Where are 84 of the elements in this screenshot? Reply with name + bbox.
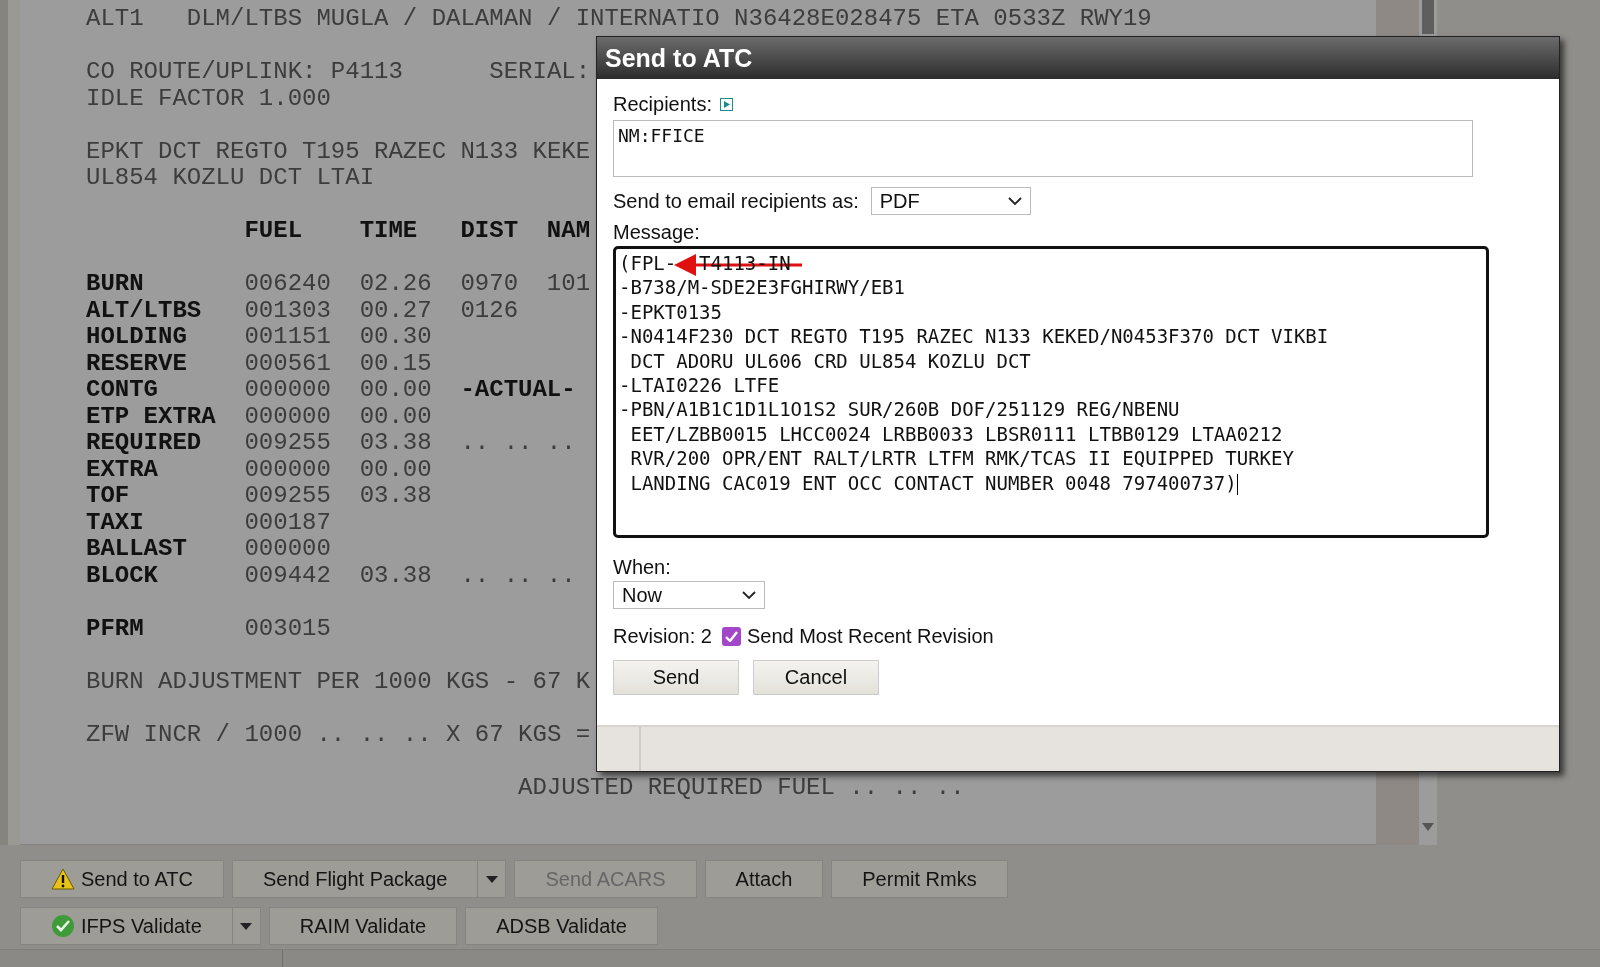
table-cell-text: 000561 — [244, 350, 332, 377]
row-label: BALLAST — [86, 536, 188, 563]
caret-icon — [486, 875, 498, 883]
scrollbar-thumb[interactable] — [1422, 0, 1434, 34]
document-text: IDLE FACTOR 1.000 — [86, 85, 331, 112]
table-cell-text: 009255 — [244, 483, 332, 510]
document-text: EPKT DCT REGTO T195 RAZEC N133 KEKE — [86, 138, 591, 165]
field-label: Send to email recipients as: — [613, 189, 859, 213]
row-label: RESERVE — [86, 350, 188, 377]
table-cell-text: 000000 — [244, 377, 332, 404]
table-cell-text: 001303 — [244, 297, 332, 324]
table-cell: -ACTUAL- — [460, 377, 576, 404]
row-label: TOF — [86, 483, 131, 510]
table-cell-text: 0126 — [460, 297, 520, 324]
toolbar-button[interactable]: RAIM Validate — [269, 908, 457, 944]
checkbox[interactable] — [721, 627, 741, 646]
table-cell-text: 000000 — [244, 456, 332, 483]
table-cell-text: 02.26 — [359, 271, 433, 298]
table-cell-text: 03.38 — [359, 483, 433, 510]
row-label: ALT/LTBS — [86, 297, 203, 324]
table-cell-text: 000000 — [244, 536, 332, 563]
table-cell-text: 00.30 — [359, 324, 433, 351]
table-cell-text: 001151 — [244, 324, 332, 351]
toolbar-button[interactable]: Send Flight Package — [232, 861, 478, 897]
recipients-field[interactable]: NM:FFICE — [613, 120, 1473, 177]
caret-icon — [240, 922, 253, 930]
format-dropdown[interactable]: PDF — [870, 187, 1031, 215]
table-cell-text: 006240 — [244, 271, 332, 298]
table-cell-text: 009255 — [244, 430, 332, 457]
table-cell: .. .. .. — [460, 562, 576, 589]
row-label: ETP EXTRA — [86, 403, 217, 430]
toolbar-button[interactable]: ADSB Validate — [466, 908, 657, 944]
table-cell-text: 00.27 — [359, 297, 433, 324]
table-cell: 101 — [546, 271, 591, 298]
toolbar-button[interactable]: Permit Rmks — [832, 861, 1007, 897]
scroll-down-icon[interactable] — [1422, 823, 1434, 831]
row-label: BURN — [86, 271, 145, 298]
field-label: When: — [613, 556, 671, 578]
when-dropdown[interactable]: Now — [613, 581, 765, 609]
document-text: CO ROUTE/UPLINK: P4113 — [86, 59, 403, 86]
document-text: ALT1 DLM/LTBS MUGLA / DALAMAN / INTERNATIO N36428E028475 ETA 0533Z RWY19 — [86, 6, 1152, 33]
table-cell-text: 003015 — [244, 615, 332, 642]
chevron-down-icon — [742, 590, 756, 600]
table-cell-text: 000187 — [244, 509, 332, 536]
row-label: CONTG — [86, 377, 159, 404]
play-icon[interactable] — [719, 98, 733, 111]
column-header: NAM — [546, 218, 591, 245]
row-label: REQUIRED — [86, 430, 203, 457]
column-header: TIME — [359, 218, 419, 245]
document-text: ADJUSTED REQUIRED FUEL .. .. .. — [518, 774, 965, 801]
table-cell-text: 00.15 — [359, 350, 433, 377]
table-cell-text: 03.38 — [359, 562, 433, 589]
table-cell-text: 00.00 — [359, 403, 433, 430]
warning-icon — [51, 868, 75, 890]
dialog-button[interactable]: Cancel — [753, 660, 879, 695]
field-label: Recipients: — [613, 93, 712, 116]
column-header: FUEL — [244, 218, 304, 245]
toolbar-button[interactable]: IFPS Validate — [21, 908, 232, 944]
row-label: TAXI — [86, 509, 145, 536]
toolbar-button[interactable]: Attach — [705, 861, 823, 897]
toolbar-button[interactable]: Send to ATC — [21, 861, 223, 897]
table-cell-text: 009442 — [244, 562, 332, 589]
dialog-button[interactable]: Send — [613, 660, 739, 695]
checkbox-label: Send Most Recent Revision — [746, 625, 994, 648]
document-text: UL854 KOZLU DCT LTAI — [86, 165, 375, 192]
revision-label: Revision: 2 — [613, 625, 712, 648]
document-text: ZFW INCR / 1000 .. .. .. X 67 KGS = — [86, 721, 591, 748]
chevron-down-icon — [1007, 196, 1022, 206]
row-label: HOLDING — [86, 324, 188, 351]
table-cell-text: 00.00 — [359, 377, 433, 404]
table-cell-text: 000000 — [244, 403, 332, 430]
column-header: DIST — [460, 218, 520, 245]
table-cell: .. .. .. — [460, 430, 576, 457]
check-circle-icon — [51, 914, 75, 938]
document-text: SERIAL: — [489, 59, 591, 86]
dialog-title: Send to ATC — [597, 37, 1559, 79]
row-label: EXTRA — [86, 456, 159, 483]
table-cell-text: 00.00 — [359, 456, 433, 483]
document-text: BURN ADJUSTMENT PER 1000 KGS - 67 K — [86, 668, 591, 695]
row-label: BLOCK — [86, 562, 159, 589]
field-label: Message: — [613, 221, 700, 243]
table-cell-text: 0970 — [460, 271, 520, 298]
table-cell-text: 03.38 — [359, 430, 433, 457]
row-label: PFRM — [86, 615, 145, 642]
